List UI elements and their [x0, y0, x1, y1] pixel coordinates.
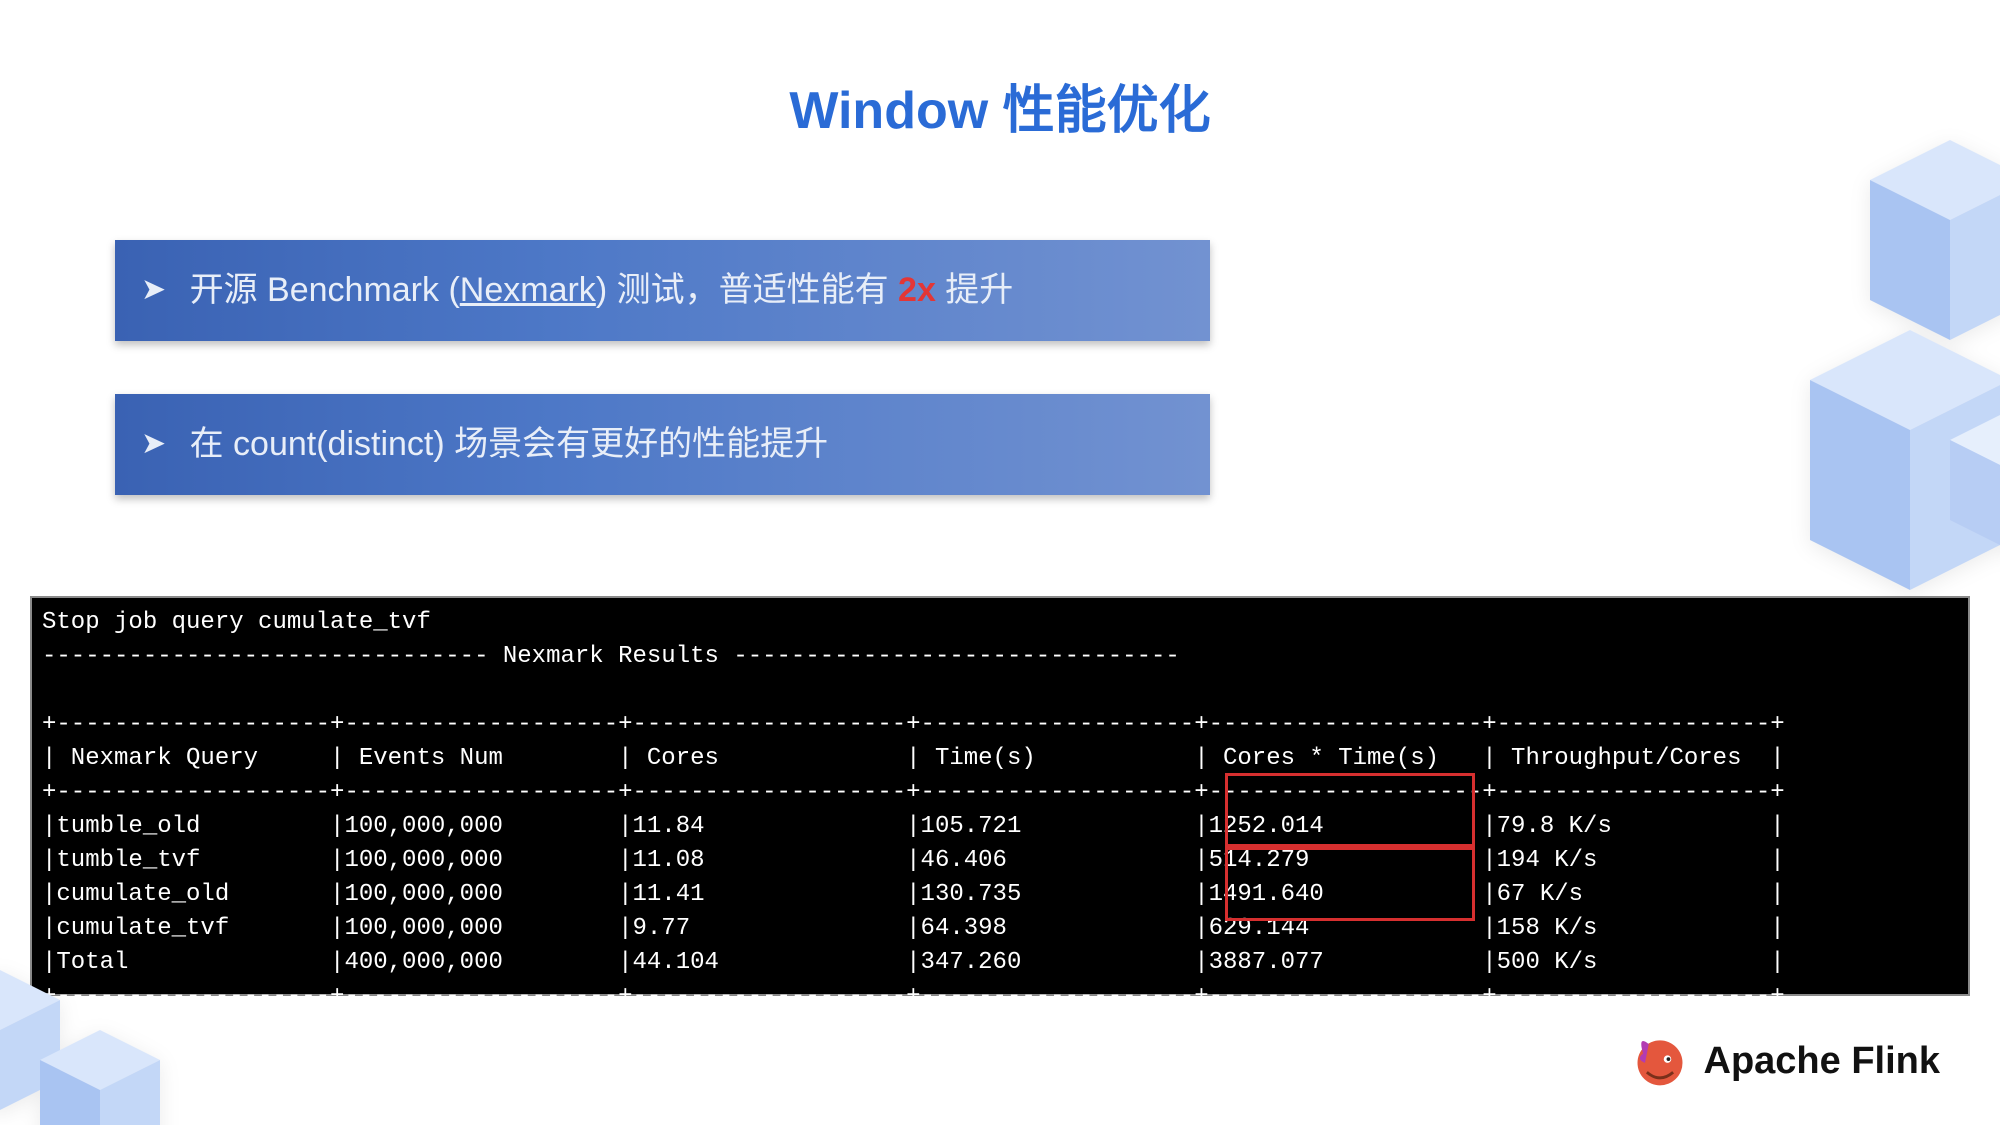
- bullet-arrow-icon: ➤: [141, 426, 166, 462]
- bullet-benchmark: ➤ 开源 Benchmark (Nexmark) 测试，普适性能有 2x 提升: [115, 240, 1210, 341]
- terminal-output: Stop job query cumulate_tvf ------------…: [30, 596, 1970, 996]
- term-hr: +-------------------+-------------------…: [42, 711, 1785, 738]
- term-line: ------------------------------- Nexmark …: [42, 643, 1180, 670]
- bullet-arrow-icon: ➤: [141, 272, 166, 308]
- deco-cubes-left: [0, 940, 240, 1125]
- table-row: |tumble_old |100,000,000 |11.84 |105.721…: [42, 813, 1785, 840]
- brand-label: Apache Flink: [1704, 1040, 1941, 1083]
- term-line: Stop job query cumulate_tvf: [42, 609, 431, 636]
- bullet-count-distinct: ➤ 在 count(distinct) 场景会有更好的性能提升: [115, 394, 1210, 495]
- highlight-box-cumulate: [1225, 847, 1475, 921]
- slide: Window 性能优化 ➤ 开源 Benchmark (Nexmark) 测试，…: [0, 0, 2000, 1125]
- bullet1-highlight: 2x: [898, 271, 936, 309]
- highlight-box-tumble: [1225, 773, 1475, 847]
- page-title: Window 性能优化: [0, 68, 2000, 143]
- table-row: |cumulate_tvf |100,000,000 |9.77 |64.398…: [42, 915, 1785, 942]
- term-hr: +-------------------+-------------------…: [42, 779, 1785, 806]
- bullet2-text: 在 count(distinct) 场景会有更好的性能提升: [190, 425, 829, 463]
- bullet1-pre: 开源 Benchmark (: [190, 271, 460, 309]
- table-row: |tumble_tvf |100,000,000 |11.08 |46.406 …: [42, 847, 1785, 874]
- bullet1-link[interactable]: Nexmark: [460, 271, 596, 309]
- bullet1-post: 提升: [936, 271, 1013, 309]
- deco-cubes-right: [1750, 120, 2000, 640]
- bullet1-mid: ) 测试，普适性能有: [596, 271, 898, 309]
- table-row: |Total |400,000,000 |44.104 |347.260 |38…: [42, 949, 1785, 976]
- brand-footer: Apache Flink: [1630, 1031, 1941, 1091]
- table-row: |cumulate_old |100,000,000 |11.41 |130.7…: [42, 881, 1785, 908]
- term-header: | Nexmark Query | Events Num | Cores | T…: [42, 745, 1785, 772]
- flink-squirrel-icon: [1630, 1031, 1690, 1091]
- term-hr: +-------------------+-------------------…: [42, 983, 1785, 1010]
